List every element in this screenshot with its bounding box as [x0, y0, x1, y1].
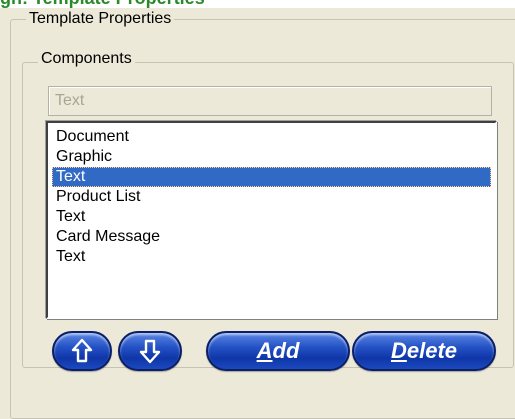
down-arrow-icon	[139, 339, 161, 364]
add-button-mnemonic: A	[256, 338, 273, 363]
components-listbox[interactable]: Document Graphic Text Product List Text …	[46, 121, 497, 319]
header-strip: gn: Template Properties	[0, 0, 515, 8]
list-item[interactable]: Product List	[52, 187, 491, 207]
list-item[interactable]: Text	[52, 247, 491, 267]
selected-component-field: Text	[48, 86, 492, 116]
list-item-selected[interactable]: Text	[52, 167, 491, 187]
components-legend: Components	[38, 50, 135, 68]
add-button-label: dd	[272, 338, 300, 363]
list-item[interactable]: Graphic	[52, 147, 491, 167]
list-item[interactable]: Document	[52, 127, 491, 147]
delete-button-mnemonic: D	[390, 338, 407, 363]
move-up-button[interactable]	[52, 331, 112, 371]
list-item[interactable]: Text	[52, 207, 491, 227]
add-button[interactable]: Add	[206, 331, 350, 371]
delete-button-label: elete	[406, 338, 458, 363]
move-down-button[interactable]	[118, 331, 182, 371]
header-title-fragment: gn: Template Properties	[0, 0, 210, 8]
template-properties-legend: Template Properties	[26, 10, 175, 28]
up-arrow-icon	[71, 338, 93, 363]
list-item[interactable]: Card Message	[52, 227, 491, 247]
delete-button[interactable]: Delete	[352, 331, 496, 371]
